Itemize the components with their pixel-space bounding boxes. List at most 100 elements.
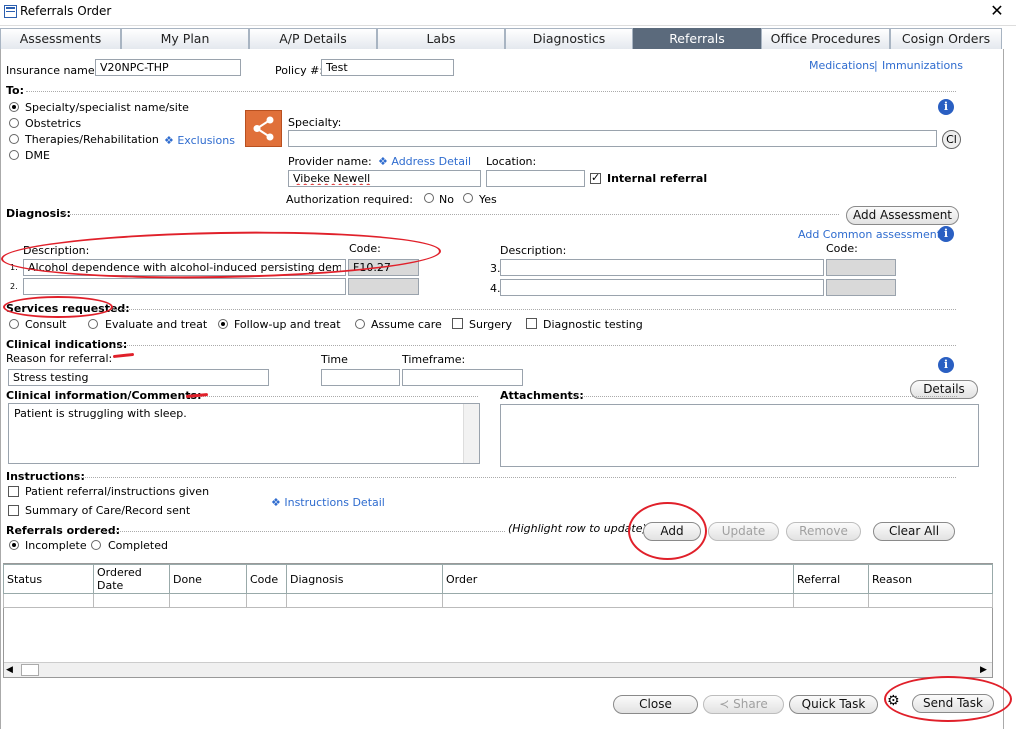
- annotation-circle-add: [628, 502, 707, 560]
- description-label-right: Description:: [500, 244, 567, 257]
- diagnosis-row-3-num: 3.: [490, 262, 501, 275]
- add-assessment-button[interactable]: Add Assessment: [846, 206, 959, 225]
- to-radio-specialty[interactable]: [9, 102, 19, 112]
- col-ordered-date[interactable]: Ordered Date: [93, 564, 170, 594]
- assume-care-radio[interactable]: [355, 319, 365, 329]
- diagnosis-desc-3[interactable]: [500, 259, 824, 276]
- diagnostic-testing-label: Diagnostic testing: [543, 318, 643, 331]
- scroll-thumb[interactable]: [21, 664, 39, 676]
- provider-label: Provider name:: [288, 155, 372, 168]
- tab-assessments[interactable]: Assessments: [0, 28, 121, 49]
- exclusions-link-label: Exclusions: [177, 134, 235, 147]
- patient-instructions-checkbox[interactable]: [8, 486, 19, 497]
- tab-cosign-orders[interactable]: Cosign Orders: [890, 28, 1002, 49]
- diagnosis-code-3[interactable]: [826, 259, 896, 276]
- remove-button[interactable]: Remove: [786, 522, 861, 541]
- scroll-right-icon[interactable]: ▶: [980, 665, 987, 675]
- col-order[interactable]: Order: [442, 564, 794, 594]
- diagnosis-code-4[interactable]: [826, 279, 896, 296]
- clear-all-button[interactable]: Clear All: [873, 522, 955, 541]
- time-field[interactable]: [321, 369, 400, 386]
- authorization-label: Authorization required:: [286, 193, 413, 206]
- insurance-field[interactable]: [95, 59, 241, 76]
- diagnostic-testing-checkbox[interactable]: [526, 318, 537, 329]
- auth-no-label: No: [439, 193, 454, 206]
- clear-specialty-button[interactable]: Cl: [942, 130, 961, 149]
- time-label: Time: [321, 353, 348, 366]
- summary-care-checkbox[interactable]: [8, 505, 19, 516]
- col-status[interactable]: Status: [3, 564, 94, 594]
- close-button[interactable]: Close: [613, 695, 698, 714]
- reason-label: Reason for referral:: [6, 352, 113, 365]
- auth-no-radio[interactable]: [424, 193, 434, 203]
- consult-label: Consult: [25, 318, 67, 331]
- auth-yes-radio[interactable]: [463, 193, 473, 203]
- immunizations-link[interactable]: Immunizations: [882, 59, 963, 72]
- close-window-icon[interactable]: ✕: [987, 1, 1007, 20]
- to-radio-therapies[interactable]: [9, 134, 19, 144]
- diagnosis-desc-4[interactable]: [500, 279, 824, 296]
- attachments-box[interactable]: [500, 404, 979, 467]
- referrals-table: Status Ordered Date Done Code Diagnosis …: [3, 564, 993, 608]
- to-radio-obstetrics[interactable]: [9, 118, 19, 128]
- update-button[interactable]: Update: [708, 522, 779, 541]
- diagnosis-desc-2[interactable]: [23, 278, 346, 295]
- insurance-label: Insurance name:: [6, 64, 99, 77]
- horizontal-scrollbar[interactable]: ◀ ▶: [4, 662, 992, 677]
- col-code[interactable]: Code: [246, 564, 287, 594]
- info-icon[interactable]: i: [938, 357, 954, 373]
- col-referral[interactable]: Referral: [793, 564, 869, 594]
- consult-radio[interactable]: [9, 319, 19, 329]
- table-row[interactable]: [3, 593, 993, 608]
- completed-radio[interactable]: [91, 540, 101, 550]
- medications-link[interactable]: Medications: [809, 59, 875, 72]
- exclusions-link[interactable]: ❖ Exclusions: [164, 134, 235, 147]
- quick-task-button[interactable]: Quick Task: [789, 695, 878, 714]
- share-button[interactable]: ≺ Share: [703, 695, 784, 714]
- tab-labs[interactable]: Labs: [377, 28, 505, 49]
- diagnosis-divider: [64, 214, 839, 215]
- location-field[interactable]: [486, 170, 585, 187]
- diamond-icon: ❖: [378, 155, 392, 168]
- scroll-left-icon[interactable]: ◀: [6, 665, 13, 675]
- surgery-checkbox[interactable]: [452, 318, 463, 329]
- title-bar: Referrals Order ✕: [0, 0, 1016, 26]
- to-radio-dme[interactable]: [9, 150, 19, 160]
- comments-textarea[interactable]: Patient is struggling with sleep.: [8, 403, 480, 464]
- add-common-assessment-link[interactable]: Add Common assessment: [798, 228, 941, 241]
- code-label-right: Code:: [826, 242, 858, 255]
- tab-ap-details[interactable]: A/P Details: [249, 28, 377, 49]
- follow-up-radio[interactable]: [218, 319, 228, 329]
- comments-scrollbar[interactable]: [463, 404, 479, 463]
- col-diagnosis[interactable]: Diagnosis: [286, 564, 443, 594]
- to-option-dme: DME: [25, 149, 50, 162]
- surgery-label: Surgery: [469, 318, 513, 331]
- tab-office-procedures[interactable]: Office Procedures: [761, 28, 890, 49]
- share-network-icon[interactable]: [245, 110, 282, 147]
- address-detail-label: Address Detail: [391, 155, 472, 168]
- specialty-field[interactable]: [288, 130, 937, 147]
- col-done[interactable]: Done: [169, 564, 247, 594]
- tab-referrals[interactable]: Referrals: [633, 28, 761, 49]
- tab-diagnostics[interactable]: Diagnostics: [505, 28, 633, 49]
- col-reason[interactable]: Reason: [868, 564, 993, 594]
- timeframe-field[interactable]: [402, 369, 523, 386]
- incomplete-radio[interactable]: [9, 540, 19, 550]
- tab-my-plan[interactable]: My Plan: [121, 28, 249, 49]
- address-detail-link[interactable]: ❖ Address Detail: [378, 155, 471, 168]
- internal-referral-checkbox[interactable]: [590, 171, 601, 184]
- follow-up-label: Follow-up and treat: [234, 318, 341, 331]
- provider-field[interactable]: [288, 170, 481, 187]
- reason-field[interactable]: [8, 369, 269, 386]
- evaluate-radio[interactable]: [88, 319, 98, 329]
- policy-field[interactable]: [321, 59, 454, 76]
- annotation-circle-send-task: [884, 676, 1012, 722]
- instructions-detail-link[interactable]: ❖ Instructions Detail: [271, 496, 385, 509]
- info-icon[interactable]: i: [938, 99, 954, 115]
- comments-divider: [188, 396, 478, 397]
- diagnosis-code-2[interactable]: [348, 278, 419, 295]
- link-separator: |: [874, 59, 878, 72]
- info-icon[interactable]: i: [938, 226, 954, 242]
- auth-yes-label: Yes: [479, 193, 497, 206]
- to-divider: [26, 91, 956, 92]
